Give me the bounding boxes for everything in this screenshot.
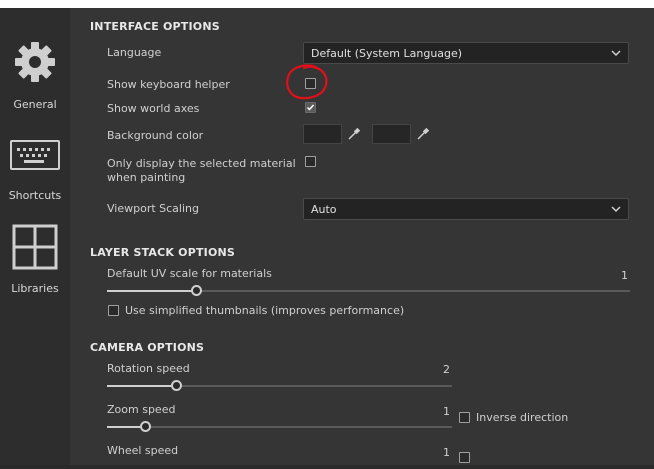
rotation-speed-slider[interactable] bbox=[107, 380, 452, 391]
zoom-speed-value: 1 bbox=[443, 405, 450, 418]
gear-icon bbox=[15, 42, 55, 82]
rotation-speed-value: 2 bbox=[443, 363, 450, 376]
sidebar-item-label: Libraries bbox=[11, 282, 59, 295]
wheel-speed-value: 1 bbox=[443, 446, 450, 459]
sidebar-item-label: General bbox=[13, 98, 57, 111]
wheel-speed-label: Wheel speed bbox=[107, 444, 179, 457]
viewport-scaling-dropdown[interactable]: Auto bbox=[303, 198, 629, 220]
eyedropper-icon[interactable] bbox=[347, 127, 361, 141]
language-label: Language bbox=[107, 46, 162, 59]
sidebar-item-general[interactable]: General bbox=[0, 38, 70, 111]
uv-scale-label: Default UV scale for materials bbox=[107, 267, 272, 280]
uv-scale-slider-fill bbox=[107, 290, 196, 292]
interface-options-title: INTERFACE OPTIONS bbox=[90, 20, 220, 33]
uv-scale-slider[interactable] bbox=[107, 285, 630, 296]
background-color-swatch-1[interactable] bbox=[303, 124, 342, 144]
zoom-speed-slider-handle[interactable] bbox=[139, 421, 151, 432]
uv-scale-slider-handle[interactable] bbox=[190, 285, 202, 296]
world-axes-label: Show world axes bbox=[107, 102, 200, 115]
viewport-scaling-value: Auto bbox=[311, 203, 337, 216]
layer-stack-options-title: LAYER STACK OPTIONS bbox=[90, 246, 236, 259]
keyboard-helper-label: Show keyboard helper bbox=[107, 78, 230, 91]
language-dropdown[interactable]: Default (System Language) bbox=[303, 42, 629, 64]
grid-icon bbox=[12, 224, 58, 270]
uv-scale-value: 1 bbox=[621, 269, 628, 282]
rotation-speed-slider-fill bbox=[107, 385, 176, 387]
simplified-thumbnails-label: Use simplified thumbnails (improves perf… bbox=[125, 304, 405, 317]
world-axes-checkbox[interactable] bbox=[305, 102, 316, 113]
bottom-border bbox=[0, 465, 654, 469]
wheel-inverse-checkbox[interactable] bbox=[459, 452, 470, 463]
settings-window: General Shortcuts Libraries INTERFACE OP… bbox=[0, 8, 654, 469]
background-color-label: Background color bbox=[107, 129, 204, 142]
inverse-direction-label: Inverse direction bbox=[476, 411, 569, 424]
settings-content: INTERFACE OPTIONS Language Default (Syst… bbox=[70, 8, 654, 469]
sidebar-item-libraries[interactable]: Libraries bbox=[0, 224, 70, 295]
sidebar-item-label: Shortcuts bbox=[8, 189, 62, 202]
rotation-speed-label: Rotation speed bbox=[107, 362, 190, 375]
keyboard-icon bbox=[10, 140, 60, 170]
language-value: Default (System Language) bbox=[311, 47, 463, 60]
rotation-speed-slider-handle[interactable] bbox=[171, 380, 182, 391]
viewport-scaling-label: Viewport Scaling bbox=[107, 202, 199, 215]
selected-material-label: Only display the selected material when … bbox=[107, 157, 296, 184]
zoom-speed-slider[interactable] bbox=[107, 421, 452, 432]
red-circle-annotation bbox=[286, 64, 328, 100]
checkmark-icon bbox=[306, 104, 315, 111]
selected-material-checkbox[interactable] bbox=[305, 156, 316, 167]
chevron-down-icon bbox=[611, 206, 621, 213]
sidebar-item-shortcuts[interactable]: Shortcuts bbox=[0, 140, 70, 202]
camera-options-title: CAMERA OPTIONS bbox=[90, 341, 205, 354]
sidebar: General Shortcuts Libraries bbox=[0, 8, 70, 469]
inverse-direction-checkbox[interactable] bbox=[459, 412, 470, 423]
chevron-down-icon bbox=[611, 50, 621, 57]
background-color-swatch-2[interactable] bbox=[372, 124, 411, 144]
simplified-thumbnails-checkbox[interactable] bbox=[108, 305, 119, 316]
eyedropper-icon[interactable] bbox=[416, 127, 430, 141]
zoom-speed-label: Zoom speed bbox=[107, 403, 176, 416]
